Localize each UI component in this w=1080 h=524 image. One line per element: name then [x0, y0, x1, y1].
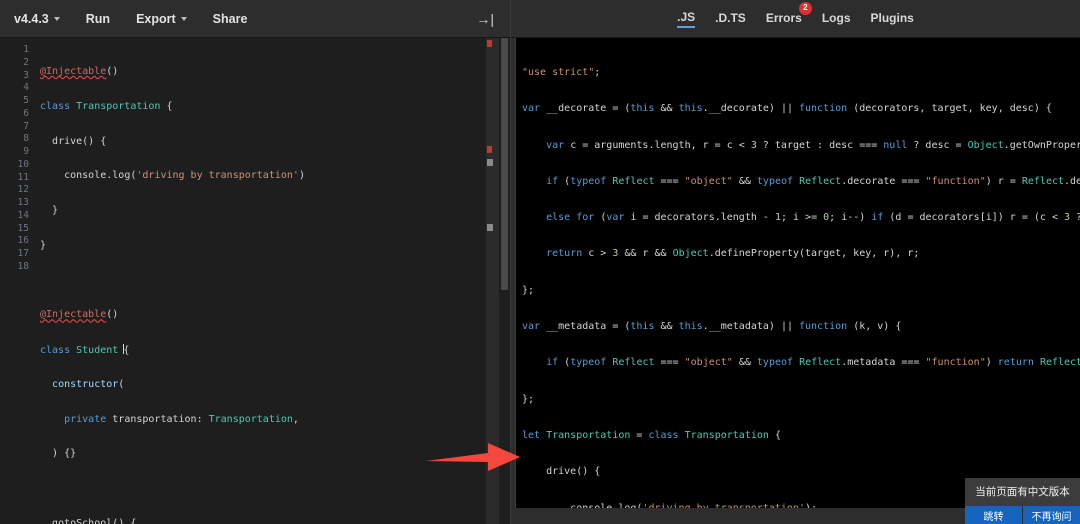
line-number: 11	[17, 171, 29, 183]
output-line: else for (var i = decorators.length - 1;…	[546, 212, 1080, 224]
line-number: 9	[23, 146, 29, 157]
line-number: 16	[17, 235, 29, 247]
line-number: 8	[23, 133, 29, 145]
typescript-playground: v4.4.3 Run Export Share →| 1 2 3 4 5 6 7…	[0, 0, 1080, 524]
collapse-sidebar-icon[interactable]: →|	[476, 12, 496, 26]
error-count-badge: 2	[798, 1, 812, 15]
tab-dts[interactable]: .D.TS	[715, 11, 746, 27]
code-line: ) {}	[52, 448, 77, 460]
code-line: drive() {	[52, 135, 107, 147]
code-line: constructor(	[52, 378, 125, 390]
main-toolbar: v4.4.3 Run Export Share →|	[0, 0, 510, 38]
translate-prompt-message: 当前页面有中文版本	[975, 486, 1070, 499]
code-line: }	[40, 239, 47, 251]
chevron-down-icon	[180, 16, 187, 21]
code-line: private transportation: Transportation,	[64, 413, 299, 425]
output-line: let Transportation = class Transportatio…	[522, 429, 781, 441]
editor-content[interactable]: @Injectable() class Transportation { dri…	[36, 38, 510, 524]
tab-js[interactable]: .JS	[677, 9, 696, 28]
output-line: var c = arguments.length, r = c < 3 ? ta…	[546, 139, 1080, 151]
error-marker[interactable]	[487, 146, 492, 153]
output-tabs: .JS .D.TS Errors 2 Logs Plugins	[677, 1, 914, 28]
output-tabbar: .JS .D.TS Errors 2 Logs Plugins	[511, 0, 1080, 38]
line-number: 7	[23, 120, 29, 132]
code-editor[interactable]: 1 2 3 4 5 6 7 8 9 10 11 12 13 14 15 16 1…	[0, 38, 510, 524]
code-line: }	[52, 205, 59, 216]
output-line: return c > 3 && r && Object.defineProper…	[546, 248, 920, 260]
tab-plugins-label: Plugins	[870, 10, 914, 25]
translate-dismiss-button[interactable]: 不再询问	[1022, 506, 1080, 524]
scrollbar-thumb[interactable]	[501, 38, 508, 290]
line-number: 15	[17, 222, 29, 234]
error-marker[interactable]	[487, 40, 492, 47]
line-number: 10	[17, 158, 29, 170]
tab-errors[interactable]: Errors 2	[765, 1, 812, 27]
line-number: 5	[23, 95, 29, 106]
selection-marker	[487, 224, 493, 231]
tab-logs-label: Logs	[821, 10, 851, 25]
line-number: 3	[23, 69, 29, 81]
code-line: @Injectable()	[40, 309, 119, 321]
input-editor-panel: v4.4.3 Run Export Share →| 1 2 3 4 5 6 7…	[0, 0, 511, 524]
output-line: };	[522, 393, 535, 405]
output-line: "use strict";	[522, 67, 601, 78]
export-menu[interactable]: Export	[136, 12, 187, 26]
tab-js-label: .JS	[677, 9, 696, 24]
chevron-down-icon	[53, 16, 60, 21]
code-line: gotoSchool() {	[52, 517, 137, 524]
line-number: 1	[23, 44, 29, 55]
output-panel: .JS .D.TS Errors 2 Logs Plugins "use str…	[511, 0, 1080, 524]
code-line: console.log('driving by transportation')	[64, 170, 305, 182]
line-number: 18	[17, 260, 29, 272]
translate-prompt-actions: 跳转 不再询问	[965, 506, 1080, 524]
line-number: 6	[23, 107, 29, 119]
tab-errors-label: Errors	[765, 10, 802, 25]
line-number: 4	[23, 82, 29, 94]
tab-logs[interactable]: Logs	[822, 11, 851, 27]
output-body: "use strict"; var __decorate = (this && …	[511, 38, 1080, 524]
overview-ruler[interactable]	[486, 38, 499, 524]
code-line: class Student {	[40, 344, 130, 356]
output-line: };	[522, 284, 535, 296]
version-label: v4.4.3	[14, 11, 49, 26]
tab-plugins[interactable]: Plugins	[871, 11, 914, 27]
output-line: if (typeof Reflect === "object" && typeo…	[546, 175, 1080, 187]
code-line: @Injectable()	[40, 66, 119, 77]
translate-jump-button[interactable]: 跳转	[965, 506, 1022, 524]
run-button[interactable]: Run	[86, 12, 110, 26]
line-number: 17	[17, 248, 29, 259]
export-label: Export	[136, 11, 176, 26]
output-line: var __decorate = (this && this.__decorat…	[522, 103, 1052, 115]
share-button[interactable]: Share	[213, 12, 248, 26]
tab-dts-label: .D.TS	[715, 10, 746, 25]
translate-prompt-popup: 当前页面有中文版本 跳转 不再询问	[965, 478, 1080, 524]
line-number-gutter: 1 2 3 4 5 6 7 8 9 10 11 12 13 14 15 16 1…	[0, 38, 36, 524]
output-line: var __metadata = (this && this.__metadat…	[522, 321, 902, 333]
version-selector[interactable]: v4.4.3	[14, 12, 60, 26]
output-line: drive() {	[546, 466, 601, 478]
line-number: 12	[17, 184, 29, 196]
code-line: class Transportation {	[40, 100, 173, 112]
line-number: 14	[17, 209, 29, 221]
line-number: 13	[17, 197, 29, 208]
compiled-output[interactable]: "use strict"; var __decorate = (this && …	[515, 38, 1080, 508]
editor-vertical-scrollbar[interactable]	[499, 38, 510, 524]
line-number: 2	[23, 56, 29, 68]
output-line: if (typeof Reflect === "object" && typeo…	[546, 357, 1080, 369]
selection-marker	[487, 159, 493, 166]
